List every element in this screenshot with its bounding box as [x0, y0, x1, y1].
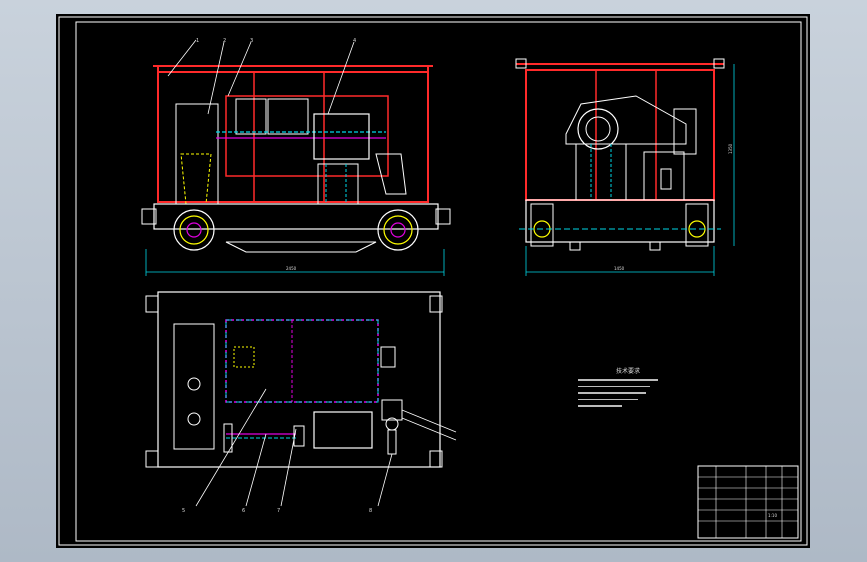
technical-notes: 技术要求 — [578, 368, 688, 412]
inner-border — [75, 21, 802, 542]
balloon-7: 7 — [277, 508, 280, 514]
note-line — [578, 379, 658, 381]
balloon-1: 1 — [196, 38, 199, 44]
balloon-5: 5 — [182, 508, 185, 514]
balloon-3: 3 — [250, 38, 253, 44]
side-view — [515, 58, 735, 276]
note-line — [578, 385, 650, 387]
front-view — [141, 39, 451, 276]
balloon-6: 6 — [242, 508, 245, 514]
notes-title: 技术要求 — [616, 368, 641, 375]
balloon-2: 2 — [223, 38, 226, 44]
drawing-canvas: 1 2 3 4 2450 1450 1350 5 6 7 8 1:10 技术要求 — [56, 14, 810, 548]
side-height-dim: 1350 — [728, 143, 733, 154]
side-width-dim: 1450 — [614, 266, 625, 271]
title-block — [697, 465, 799, 539]
cad-drawing: 1 2 3 4 2450 1450 1350 5 6 7 8 1:10 — [58, 16, 808, 546]
balloon-4: 4 — [353, 38, 356, 44]
note-line — [578, 392, 646, 394]
front-width-dim: 2450 — [286, 266, 297, 271]
balloon-8: 8 — [369, 508, 372, 514]
note-line — [578, 405, 622, 407]
outer-border — [58, 16, 808, 546]
note-line — [578, 398, 638, 400]
title-block-scale: 1:10 — [768, 513, 777, 518]
plan-view — [145, 291, 457, 507]
